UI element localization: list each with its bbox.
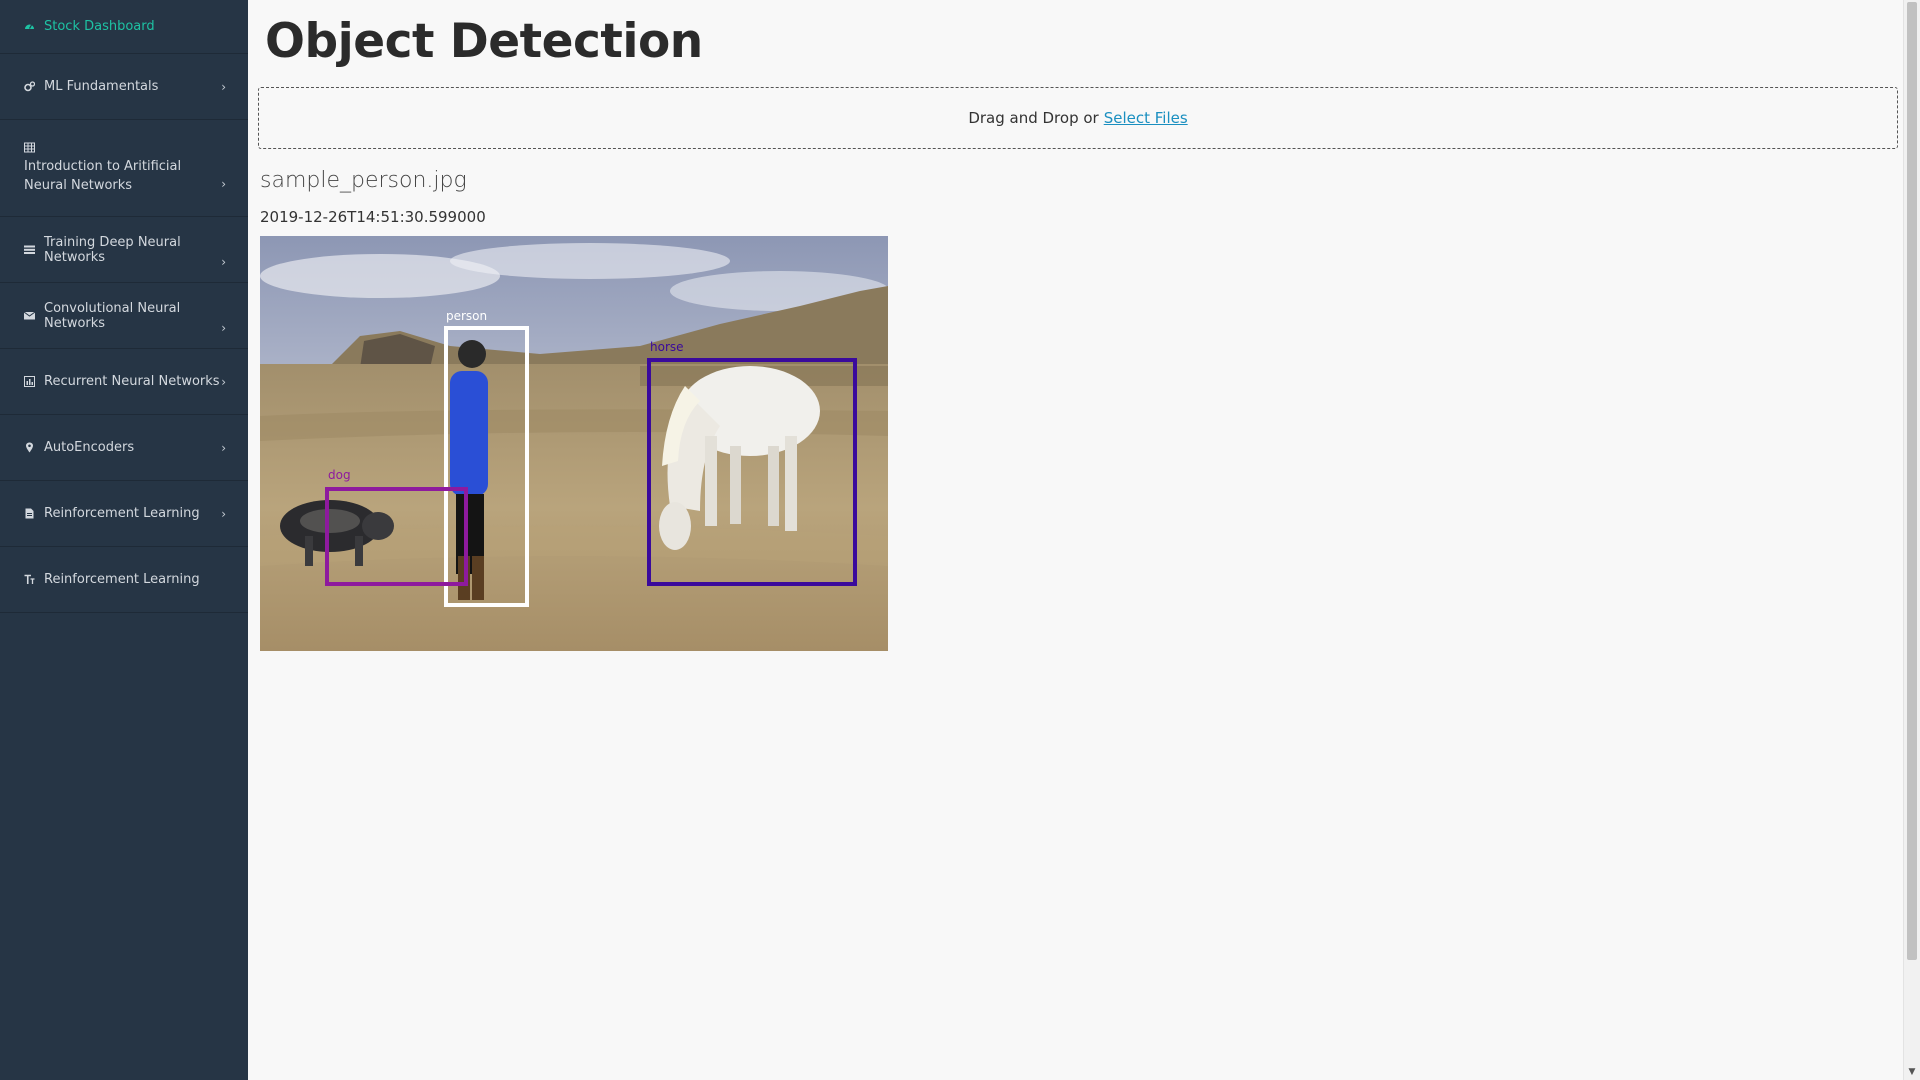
chevron-right-icon: › bbox=[221, 506, 226, 521]
map-marker-icon bbox=[24, 442, 35, 453]
dashboard-icon bbox=[24, 21, 35, 32]
sidebar-item-cnn[interactable]: Convolutional Neural Networks › bbox=[0, 283, 248, 349]
vertical-scrollbar[interactable]: ▼ bbox=[1903, 0, 1920, 1080]
chevron-right-icon: › bbox=[221, 321, 226, 335]
sidebar-item-training-dnn[interactable]: Training Deep Neural Networks › bbox=[0, 217, 248, 283]
sidebar-item-label: Recurrent Neural Networks bbox=[44, 374, 220, 389]
sidebar-item-label: Stock Dashboard bbox=[44, 19, 155, 34]
upload-prompt: Drag and Drop or bbox=[968, 109, 1099, 127]
sidebar-item-label: Training Deep Neural Networks bbox=[44, 234, 181, 265]
page-title: Object Detection bbox=[265, 14, 703, 69]
sidebar-item-reinforcement-learning[interactable]: Reinforcement Learning › bbox=[0, 481, 248, 547]
scrollbar-thumb[interactable] bbox=[1907, 2, 1917, 960]
gears-icon bbox=[24, 81, 35, 92]
sidebar-item-label: Reinforcement Learning bbox=[44, 572, 200, 587]
envelope-icon bbox=[24, 310, 35, 321]
text-size-icon bbox=[24, 574, 35, 585]
detection-image: person horse dog bbox=[260, 236, 888, 651]
table-icon bbox=[24, 142, 35, 153]
sidebar: Stock Dashboard ML Fundamentals › Introd… bbox=[0, 0, 248, 1080]
detection-label-person: person bbox=[446, 309, 487, 323]
list-icon bbox=[24, 244, 35, 255]
chevron-right-icon: › bbox=[221, 79, 226, 94]
chevron-right-icon: › bbox=[221, 374, 226, 389]
bar-chart-icon bbox=[24, 376, 35, 387]
upload-timestamp: 2019-12-26T14:51:30.599000 bbox=[260, 208, 486, 226]
chevron-right-icon: › bbox=[221, 440, 226, 455]
sidebar-item-ml-fundamentals[interactable]: ML Fundamentals › bbox=[0, 54, 248, 120]
sidebar-item-label: Introduction to Aritificial Neural Netwo… bbox=[24, 158, 182, 193]
file-icon bbox=[24, 508, 35, 519]
detection-label-horse: horse bbox=[650, 340, 684, 354]
scroll-down-icon[interactable]: ▼ bbox=[1904, 1064, 1920, 1080]
sidebar-item-label: AutoEncoders bbox=[44, 440, 135, 455]
sidebar-item-label: Convolutional Neural Networks bbox=[44, 300, 181, 331]
sidebar-item-autoencoders[interactable]: AutoEncoders › bbox=[0, 415, 248, 481]
sidebar-item-intro-ann[interactable]: Introduction to Aritificial Neural Netwo… bbox=[0, 120, 248, 217]
sidebar-item-label: Reinforcement Learning bbox=[44, 506, 200, 521]
sidebar-item-reinforcement-learning-2[interactable]: Reinforcement Learning bbox=[0, 547, 248, 613]
sidebar-item-rnn[interactable]: Recurrent Neural Networks › bbox=[0, 349, 248, 415]
select-files-link[interactable]: Select Files bbox=[1104, 109, 1188, 127]
main-content: Object Detection Drag and Drop or Select… bbox=[248, 0, 1904, 1080]
sidebar-item-stock-dashboard[interactable]: Stock Dashboard bbox=[0, 0, 248, 54]
file-name: sample_person.jpg bbox=[260, 168, 467, 193]
detection-photo: person horse dog bbox=[260, 236, 888, 651]
chevron-right-icon: › bbox=[221, 177, 226, 191]
upload-dropzone[interactable]: Drag and Drop or Select Files bbox=[258, 87, 1898, 149]
sidebar-item-label: ML Fundamentals bbox=[44, 79, 159, 94]
detection-label-dog: dog bbox=[328, 468, 351, 482]
chevron-right-icon: › bbox=[221, 255, 226, 269]
